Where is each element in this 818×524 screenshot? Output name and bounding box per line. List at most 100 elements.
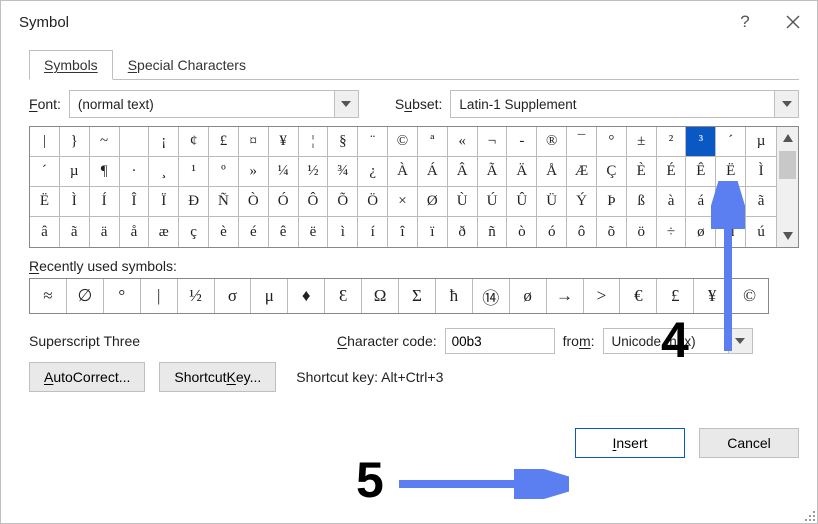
symbol-cell[interactable]: º bbox=[209, 157, 239, 187]
symbol-cell[interactable]: ³ bbox=[686, 127, 716, 157]
symbol-cell[interactable]: ã bbox=[746, 187, 776, 217]
symbol-cell[interactable]: ´ bbox=[716, 127, 746, 157]
symbol-cell[interactable]: » bbox=[239, 157, 269, 187]
recent-symbol-cell[interactable]: ø bbox=[510, 279, 547, 313]
symbol-cell[interactable]: â bbox=[716, 187, 746, 217]
symbol-cell[interactable] bbox=[120, 127, 150, 157]
symbol-cell[interactable]: ~ bbox=[90, 127, 120, 157]
recent-symbol-cell[interactable]: € bbox=[620, 279, 657, 313]
symbol-cell[interactable]: Ç bbox=[597, 157, 627, 187]
symbol-cell[interactable]: Ä bbox=[507, 157, 537, 187]
symbol-cell[interactable]: ß bbox=[627, 187, 657, 217]
symbol-cell[interactable]: Æ bbox=[567, 157, 597, 187]
close-button[interactable] bbox=[769, 1, 817, 43]
symbol-cell[interactable]: £ bbox=[209, 127, 239, 157]
symbol-cell[interactable]: ¬ bbox=[478, 127, 508, 157]
symbol-cell[interactable]: Î bbox=[120, 187, 150, 217]
chevron-down-icon[interactable] bbox=[728, 329, 752, 353]
symbol-cell[interactable]: Å bbox=[537, 157, 567, 187]
symbol-cell[interactable]: ± bbox=[627, 127, 657, 157]
symbol-cell[interactable]: À bbox=[388, 157, 418, 187]
symbol-cell[interactable]: ¿ bbox=[358, 157, 388, 187]
recent-symbol-cell[interactable]: ° bbox=[104, 279, 141, 313]
recent-symbol-cell[interactable]: ≈ bbox=[30, 279, 67, 313]
symbol-cell[interactable]: Ì bbox=[60, 187, 90, 217]
symbol-cell[interactable]: Ü bbox=[537, 187, 567, 217]
recent-symbol-cell[interactable]: Σ bbox=[399, 279, 436, 313]
symbol-cell[interactable]: ¹ bbox=[179, 157, 209, 187]
symbol-cell[interactable]: ï bbox=[418, 217, 448, 247]
symbol-cell[interactable]: Ý bbox=[567, 187, 597, 217]
symbol-cell[interactable]: Â bbox=[448, 157, 478, 187]
insert-button[interactable]: Insert bbox=[575, 428, 685, 458]
symbol-cell[interactable]: § bbox=[328, 127, 358, 157]
chevron-down-icon[interactable] bbox=[774, 91, 798, 117]
symbol-cell[interactable]: µ bbox=[60, 157, 90, 187]
symbol-cell[interactable]: Ë bbox=[716, 157, 746, 187]
symbol-cell[interactable]: è bbox=[209, 217, 239, 247]
symbol-cell[interactable]: Û bbox=[507, 187, 537, 217]
symbol-cell[interactable]: â bbox=[30, 217, 60, 247]
symbol-cell[interactable]: Ù bbox=[448, 187, 478, 217]
symbol-cell[interactable]: ö bbox=[627, 217, 657, 247]
symbol-cell[interactable]: Ë bbox=[30, 187, 60, 217]
symbol-cell[interactable]: Ì bbox=[746, 157, 776, 187]
symbol-cell[interactable]: ² bbox=[657, 127, 687, 157]
recent-symbol-cell[interactable]: Ɛ bbox=[325, 279, 362, 313]
symbol-cell[interactable]: í bbox=[358, 217, 388, 247]
symbol-cell[interactable]: Ò bbox=[239, 187, 269, 217]
encoding-select[interactable]: Unicode (hex) bbox=[603, 328, 753, 354]
recent-symbol-cell[interactable]: μ bbox=[251, 279, 288, 313]
shortcut-key-button[interactable]: Shortcut Key... bbox=[159, 362, 276, 392]
recent-symbol-cell[interactable]: ♦ bbox=[288, 279, 325, 313]
symbol-cell[interactable]: × bbox=[388, 187, 418, 217]
autocorrect-button[interactable]: AutoCorrect... bbox=[29, 362, 145, 392]
symbol-cell[interactable]: Ø bbox=[418, 187, 448, 217]
symbol-cell[interactable]: · bbox=[120, 157, 150, 187]
recent-symbol-cell[interactable]: £ bbox=[657, 279, 694, 313]
symbol-cell[interactable]: ½ bbox=[299, 157, 329, 187]
symbol-cell[interactable]: ¶ bbox=[90, 157, 120, 187]
symbol-cell[interactable]: ê bbox=[269, 217, 299, 247]
recent-symbol-cell[interactable]: | bbox=[141, 279, 178, 313]
font-select[interactable]: (normal text) bbox=[69, 90, 359, 118]
symbol-cell[interactable]: î bbox=[388, 217, 418, 247]
symbol-cell[interactable]: ð bbox=[448, 217, 478, 247]
symbol-cell[interactable]: ç bbox=[179, 217, 209, 247]
symbol-cell[interactable]: É bbox=[657, 157, 687, 187]
symbol-cell[interactable]: µ bbox=[746, 127, 776, 157]
symbol-cell[interactable]: ¨ bbox=[358, 127, 388, 157]
symbol-cell[interactable]: ¸ bbox=[149, 157, 179, 187]
char-code-input[interactable] bbox=[445, 328, 555, 354]
subset-select[interactable]: Latin-1 Supplement bbox=[450, 90, 799, 118]
symbol-cell[interactable]: ó bbox=[537, 217, 567, 247]
symbol-cell[interactable]: - bbox=[507, 127, 537, 157]
symbol-cell[interactable]: ¾ bbox=[328, 157, 358, 187]
symbol-cell[interactable]: Ó bbox=[269, 187, 299, 217]
symbol-cell[interactable]: æ bbox=[149, 217, 179, 247]
recent-symbol-cell[interactable]: σ bbox=[215, 279, 252, 313]
symbol-cell[interactable]: Ö bbox=[358, 187, 388, 217]
symbol-cell[interactable]: ò bbox=[507, 217, 537, 247]
symbol-cell[interactable]: ù bbox=[716, 217, 746, 247]
recent-symbol-cell[interactable]: > bbox=[584, 279, 621, 313]
symbol-cell[interactable]: Ú bbox=[478, 187, 508, 217]
symbol-cell[interactable]: å bbox=[120, 217, 150, 247]
symbol-cell[interactable]: é bbox=[239, 217, 269, 247]
symbol-cell[interactable]: ñ bbox=[478, 217, 508, 247]
symbol-cell[interactable]: Í bbox=[90, 187, 120, 217]
symbol-cell[interactable]: ô bbox=[567, 217, 597, 247]
symbol-cell[interactable]: ´ bbox=[30, 157, 60, 187]
symbol-cell[interactable]: ø bbox=[686, 217, 716, 247]
scroll-thumb[interactable] bbox=[779, 151, 796, 179]
grid-scrollbar[interactable] bbox=[776, 127, 798, 247]
symbol-cell[interactable]: « bbox=[448, 127, 478, 157]
recent-symbol-cell[interactable]: Ω bbox=[362, 279, 399, 313]
symbol-cell[interactable]: ì bbox=[328, 217, 358, 247]
symbol-cell[interactable]: ª bbox=[418, 127, 448, 157]
symbol-cell[interactable]: Õ bbox=[328, 187, 358, 217]
scroll-down-button[interactable] bbox=[777, 225, 798, 247]
recent-symbol-cell[interactable]: ħ bbox=[436, 279, 473, 313]
symbol-cell[interactable]: ã bbox=[60, 217, 90, 247]
cancel-button[interactable]: Cancel bbox=[699, 428, 799, 458]
